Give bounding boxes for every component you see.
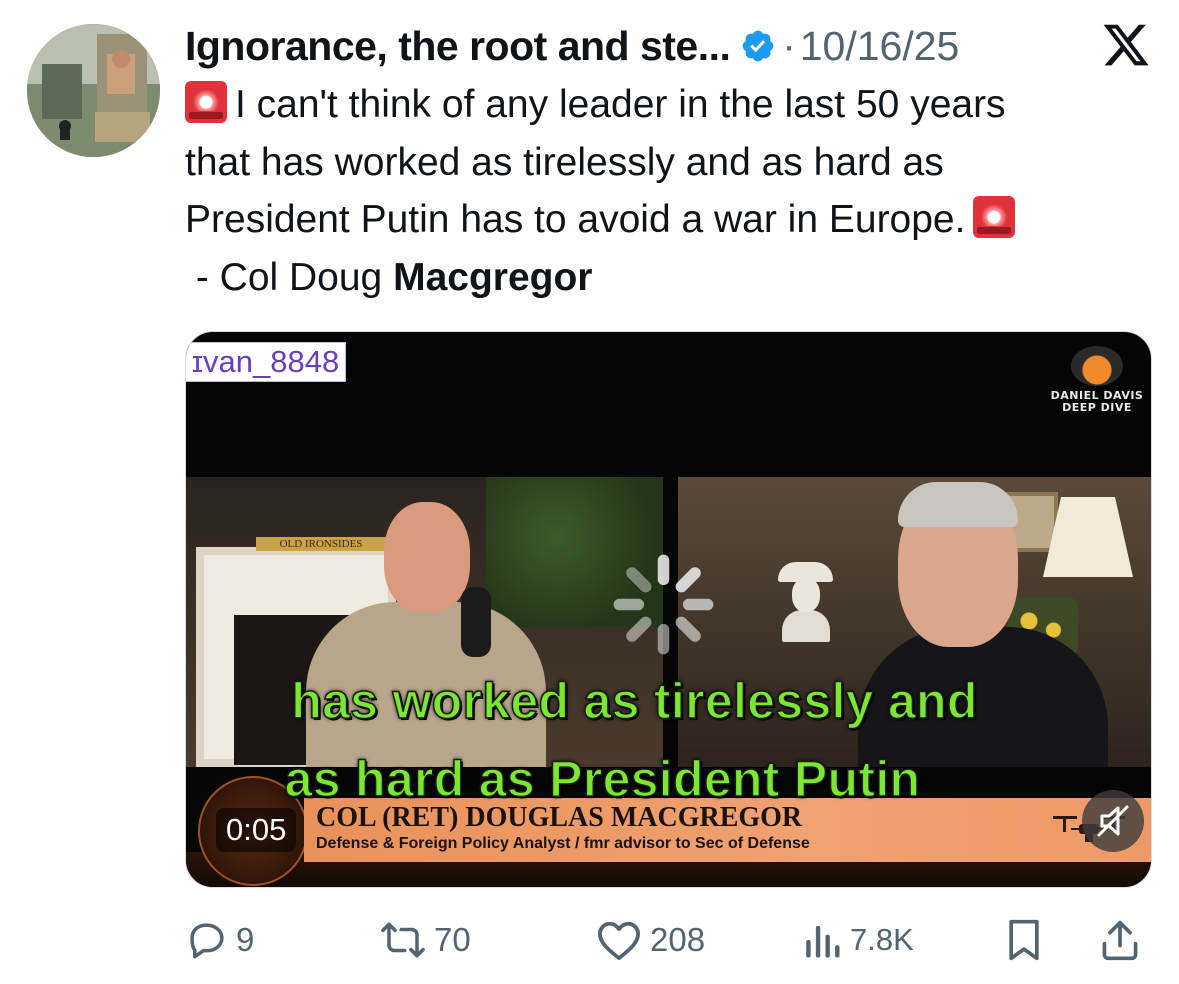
bookmark-button[interactable] <box>1004 910 1044 970</box>
x-logo-icon <box>1103 24 1149 66</box>
siren-emoji-icon <box>973 196 1016 238</box>
repost-count: 70 <box>434 921 471 958</box>
tweet-line-1: I can't think of any leader in the last … <box>185 76 1160 134</box>
mute-button[interactable] <box>1082 790 1144 852</box>
reply-icon <box>190 923 224 959</box>
tweet-bold-name: Macgregor <box>393 255 593 299</box>
separator-dot: · <box>782 23 796 68</box>
tweet-header: Ignorance, the root and ste... · 10/16/2… <box>185 18 1155 74</box>
tweet-line-1-text: I can't think of any leader in the last … <box>235 83 1006 126</box>
verified-badge-icon <box>743 30 774 62</box>
bookmark-icon <box>1009 919 1039 961</box>
channel-logo: DANIEL DAVIS DEEP DIVE <box>1047 346 1147 414</box>
like-icon <box>598 921 640 961</box>
channel-emblem-icon <box>1071 346 1123 386</box>
loading-spinner-icon <box>613 554 714 655</box>
tweet-line-4-text: - Col Doug <box>185 255 394 299</box>
video-timestamp: 0:05 <box>216 808 297 852</box>
views-count: 7.8K <box>850 922 914 957</box>
tweet-line-3: President Putin has to avoid a war in Eu… <box>185 191 1160 249</box>
channel-logo-line-2: DEEP DIVE <box>1062 401 1132 414</box>
subtitle-line-1: has worked as tirelessly and <box>290 672 978 730</box>
views-icon <box>806 926 840 958</box>
muted-speaker-icon <box>1097 805 1129 837</box>
tweet-date[interactable]: 10/16/25 <box>800 23 960 70</box>
author-name[interactable]: Ignorance, the root and ste... <box>185 23 731 70</box>
microphone <box>461 587 491 657</box>
subtitle-line-2: as hard as President Putin <box>284 750 921 808</box>
tweet-text: I can't think of any leader in the last … <box>185 76 1160 306</box>
siren-emoji-icon <box>185 81 227 123</box>
like-button[interactable]: 208 <box>596 910 705 970</box>
watermark-username: ɪvan_8848 <box>186 342 347 382</box>
share-button[interactable] <box>1099 910 1141 970</box>
tweet-line-2: that has worked as tirelessly and as har… <box>185 140 944 184</box>
share-icon <box>1102 920 1138 961</box>
lower-third-title: Defense & Foreign Policy Analyst / fmr a… <box>316 835 810 852</box>
views-button[interactable]: 7.8K <box>802 910 914 970</box>
napoleon-bust <box>778 562 833 642</box>
reply-count: 9 <box>236 921 255 958</box>
tweet-line-3-text: President Putin has to avoid a war in Eu… <box>185 198 966 241</box>
tweet-line-4: - Col Doug Macgregor <box>185 249 1160 307</box>
like-count: 208 <box>650 921 706 958</box>
repost-button[interactable]: 70 <box>380 910 471 970</box>
reply-button[interactable]: 9 <box>186 910 254 970</box>
repost-icon <box>381 922 425 958</box>
tweet-actions: 9 70 208 7.8K <box>186 910 1146 970</box>
author-avatar[interactable] <box>27 24 160 157</box>
video-player[interactable]: OLD IRONSIDES ɪvan_8848 DANIEL DAVIS DEE… <box>185 331 1152 888</box>
